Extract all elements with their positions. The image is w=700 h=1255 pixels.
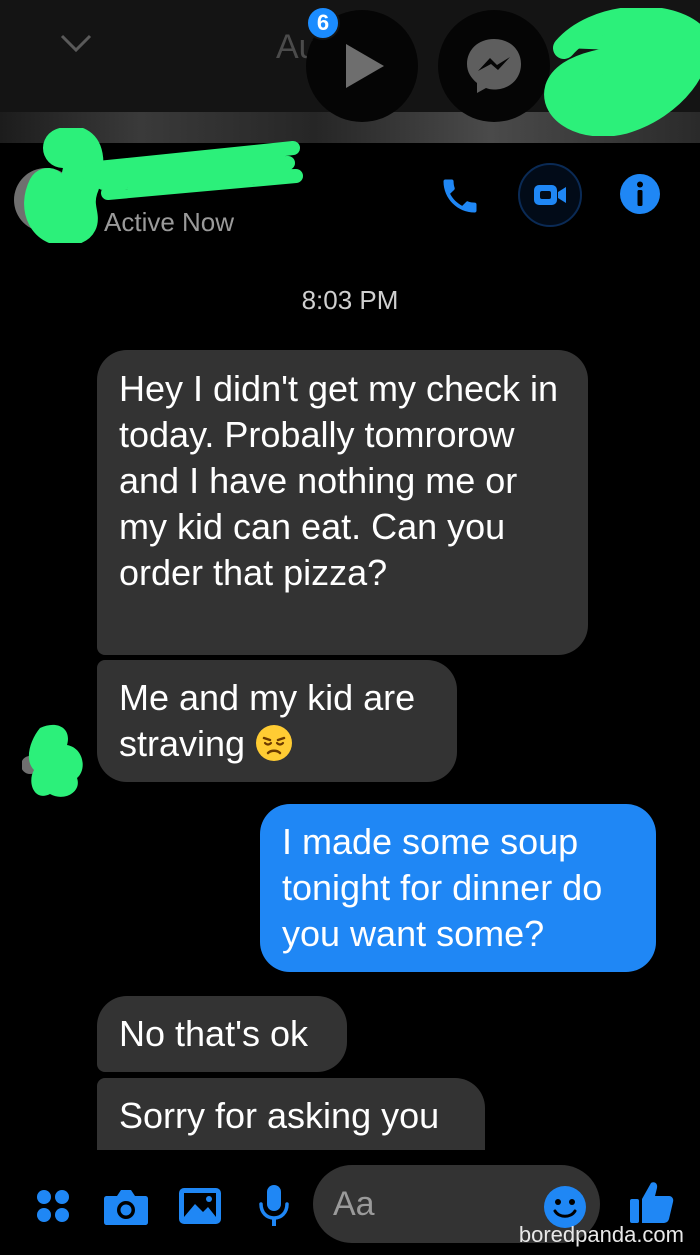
message-input[interactable] — [333, 1183, 533, 1225]
message-bubble-incoming[interactable]: Hey I didn't get my check in today. Prob… — [97, 350, 588, 655]
message-text: I made some soup tonight for dinner do y… — [282, 821, 603, 954]
redacted-avatar — [22, 724, 83, 797]
notification-badge: 6 — [306, 6, 340, 40]
messenger-icon — [467, 39, 521, 93]
message-text: No that's ok — [119, 1013, 308, 1054]
camera-icon[interactable] — [102, 1182, 150, 1230]
message-bubble-incoming[interactable]: No that's ok — [97, 996, 347, 1072]
disappointed-face-icon — [256, 725, 293, 761]
thumbs-up-icon[interactable] — [628, 1178, 676, 1226]
watermark: boredpanda.com — [518, 1222, 684, 1247]
image-icon[interactable] — [176, 1182, 224, 1230]
info-icon[interactable] — [618, 172, 662, 216]
message-text: Sorry for asking you — [119, 1095, 440, 1136]
phone-icon[interactable] — [436, 172, 484, 220]
redaction-scribble — [544, 8, 700, 136]
message-bubble-incoming[interactable]: Sorry for asking you — [97, 1078, 485, 1150]
message-bubble-incoming[interactable]: Me and my kid are straving — [97, 660, 457, 782]
chevron-down-icon[interactable] — [56, 28, 96, 58]
more-icon[interactable] — [29, 1182, 77, 1230]
play-icon — [346, 44, 384, 88]
message-timestamp: 8:03 PM — [301, 285, 399, 315]
message-text: Hey I didn't get my check in today. Prob… — [119, 368, 559, 593]
microphone-icon[interactable] — [250, 1182, 298, 1230]
message-bubble-outgoing[interactable]: I made some soup tonight for dinner do y… — [260, 804, 656, 972]
video-icon[interactable] — [518, 163, 582, 227]
active-status: Active Now — [104, 207, 235, 237]
top-bar: Au 6 — [0, 0, 700, 143]
messenger-chat-head[interactable] — [438, 10, 550, 122]
